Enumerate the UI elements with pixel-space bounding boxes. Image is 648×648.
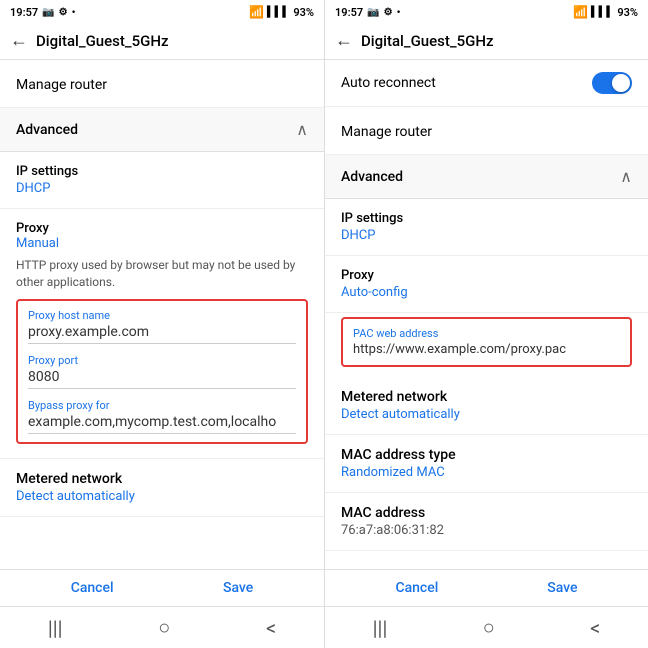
dot-icon-right: •	[397, 6, 401, 19]
toolbar-title-right: Digital_Guest_5GHz	[361, 32, 494, 50]
manage-router-label: Manage router	[16, 77, 107, 93]
manage-router-label-right: Manage router	[341, 124, 432, 140]
proxy-value-right: Auto-config	[341, 285, 632, 300]
proxy-value-left: Manual	[16, 236, 308, 251]
nav-bar-left: ||| ○ <	[0, 606, 324, 648]
save-button-left[interactable]: Save	[223, 580, 253, 596]
status-bar-right: 19:57 📷 ⚙ • 📶 ▍▍▍ 93%	[325, 0, 648, 22]
wifi-icon: 📶	[249, 5, 264, 19]
proxy-port-value: 8080	[28, 369, 296, 389]
back-button-left[interactable]: ←	[10, 30, 28, 51]
mac-address-value: 76:a7:a8:06:31:82	[341, 523, 632, 538]
manage-router-item-right[interactable]: Manage router	[325, 107, 648, 155]
toggle-thumb	[612, 74, 630, 92]
save-button-right[interactable]: Save	[547, 580, 577, 596]
nav-home-left[interactable]: ○	[158, 615, 170, 640]
back-button-right[interactable]: ←	[335, 30, 353, 51]
bottom-bar-left: Cancel Save	[0, 569, 324, 606]
wifi-icon-right: 📶	[573, 5, 588, 19]
manage-router-item[interactable]: Manage router	[0, 60, 324, 108]
metered-value-left: Detect automatically	[16, 489, 308, 504]
photo-icon: 📷	[42, 7, 54, 18]
status-bar-left: 19:57 📷 ⚙ • 📶 ▍▍▍ 93%	[0, 0, 324, 22]
auto-reconnect-toggle[interactable]	[592, 72, 632, 94]
proxy-section-right[interactable]: Proxy Auto-config	[325, 256, 648, 313]
metered-label-right: Metered network	[341, 389, 632, 405]
proxy-host-group[interactable]: Proxy host name proxy.example.com	[28, 309, 296, 344]
signal-icon: ▍▍▍	[267, 7, 290, 18]
proxy-label-right: Proxy	[341, 268, 632, 283]
proxy-desc-left: HTTP proxy used by browser but may not b…	[16, 257, 308, 291]
proxy-fields-group: Proxy host name proxy.example.com Proxy …	[16, 299, 308, 444]
cancel-button-right[interactable]: Cancel	[395, 580, 438, 596]
advanced-label-left: Advanced	[16, 122, 78, 138]
advanced-header-right[interactable]: Advanced ∧	[325, 155, 648, 199]
proxy-host-value: proxy.example.com	[28, 324, 296, 344]
settings-icon-right: ⚙	[384, 7, 393, 18]
proxy-host-label: Proxy host name	[28, 309, 296, 322]
ip-settings-value: DHCP	[16, 181, 308, 196]
chevron-up-left: ∧	[296, 120, 308, 139]
mac-type-section[interactable]: MAC address type Randomized MAC	[325, 435, 648, 493]
metered-network-left[interactable]: Metered network Detect automatically	[0, 459, 324, 517]
toolbar-title-left: Digital_Guest_5GHz	[36, 32, 169, 50]
settings-icon: ⚙	[59, 7, 68, 18]
advanced-label-right: Advanced	[341, 169, 403, 185]
chevron-up-right: ∧	[620, 167, 632, 186]
mac-address-section: MAC address 76:a7:a8:06:31:82	[325, 493, 648, 551]
ip-settings-label: IP settings	[16, 164, 308, 179]
auto-reconnect-label: Auto reconnect	[341, 75, 436, 91]
dot-icon: •	[72, 6, 76, 19]
nav-back-right[interactable]: <	[590, 616, 600, 640]
time-left: 19:57	[10, 6, 38, 19]
ip-settings-value-right: DHCP	[341, 228, 632, 243]
metered-label-left: Metered network	[16, 471, 308, 487]
proxy-label-left: Proxy	[16, 221, 308, 236]
proxy-port-group[interactable]: Proxy port 8080	[28, 354, 296, 389]
bypass-proxy-value: example.com,mycomp.test.com,localho	[28, 414, 296, 434]
toolbar-left: ← Digital_Guest_5GHz	[0, 22, 324, 60]
advanced-header-left[interactable]: Advanced ∧	[0, 108, 324, 152]
bottom-bar-right: Cancel Save	[325, 569, 648, 606]
proxy-port-label: Proxy port	[28, 354, 296, 367]
ip-settings-right[interactable]: IP settings DHCP	[325, 199, 648, 256]
metered-value-right: Detect automatically	[341, 407, 632, 422]
nav-menu-right[interactable]: |||	[373, 616, 388, 640]
nav-home-right[interactable]: ○	[483, 615, 495, 640]
nav-bar-right: ||| ○ <	[325, 606, 648, 648]
content-right: Auto reconnect Manage router Advanced ∧ …	[325, 60, 648, 569]
photo-icon-right: 📷	[367, 7, 379, 18]
nav-back-left[interactable]: <	[266, 616, 276, 640]
time-right: 19:57	[335, 6, 363, 19]
pac-address-group[interactable]: PAC web address https://www.example.com/…	[341, 317, 632, 367]
bypass-proxy-label: Bypass proxy for	[28, 399, 296, 412]
mac-type-label: MAC address type	[341, 447, 632, 463]
bypass-proxy-group[interactable]: Bypass proxy for example.com,mycomp.test…	[28, 399, 296, 434]
metered-network-right[interactable]: Metered network Detect automatically	[325, 377, 648, 435]
battery-left: 93%	[293, 6, 314, 19]
mac-address-label: MAC address	[341, 505, 632, 521]
ip-settings-left[interactable]: IP settings DHCP	[0, 152, 324, 209]
signal-icon-right: ▍▍▍	[591, 7, 614, 18]
pac-field-value: https://www.example.com/proxy.pac	[353, 342, 620, 357]
nav-menu-left[interactable]: |||	[48, 616, 63, 640]
battery-right: 93%	[617, 6, 638, 19]
auto-reconnect-row[interactable]: Auto reconnect	[325, 60, 648, 107]
mac-type-value: Randomized MAC	[341, 465, 632, 480]
ip-settings-label-right: IP settings	[341, 211, 632, 226]
toolbar-right: ← Digital_Guest_5GHz	[325, 22, 648, 60]
panel-left: 19:57 📷 ⚙ • 📶 ▍▍▍ 93% ← Digital_Guest_5G…	[0, 0, 324, 648]
panel-right: 19:57 📷 ⚙ • 📶 ▍▍▍ 93% ← Digital_Guest_5G…	[324, 0, 648, 648]
proxy-section-left: Proxy Manual HTTP proxy used by browser …	[0, 209, 324, 459]
content-left: Manage router Advanced ∧ IP settings DHC…	[0, 60, 324, 569]
pac-field-label: PAC web address	[353, 327, 620, 340]
cancel-button-left[interactable]: Cancel	[71, 580, 114, 596]
